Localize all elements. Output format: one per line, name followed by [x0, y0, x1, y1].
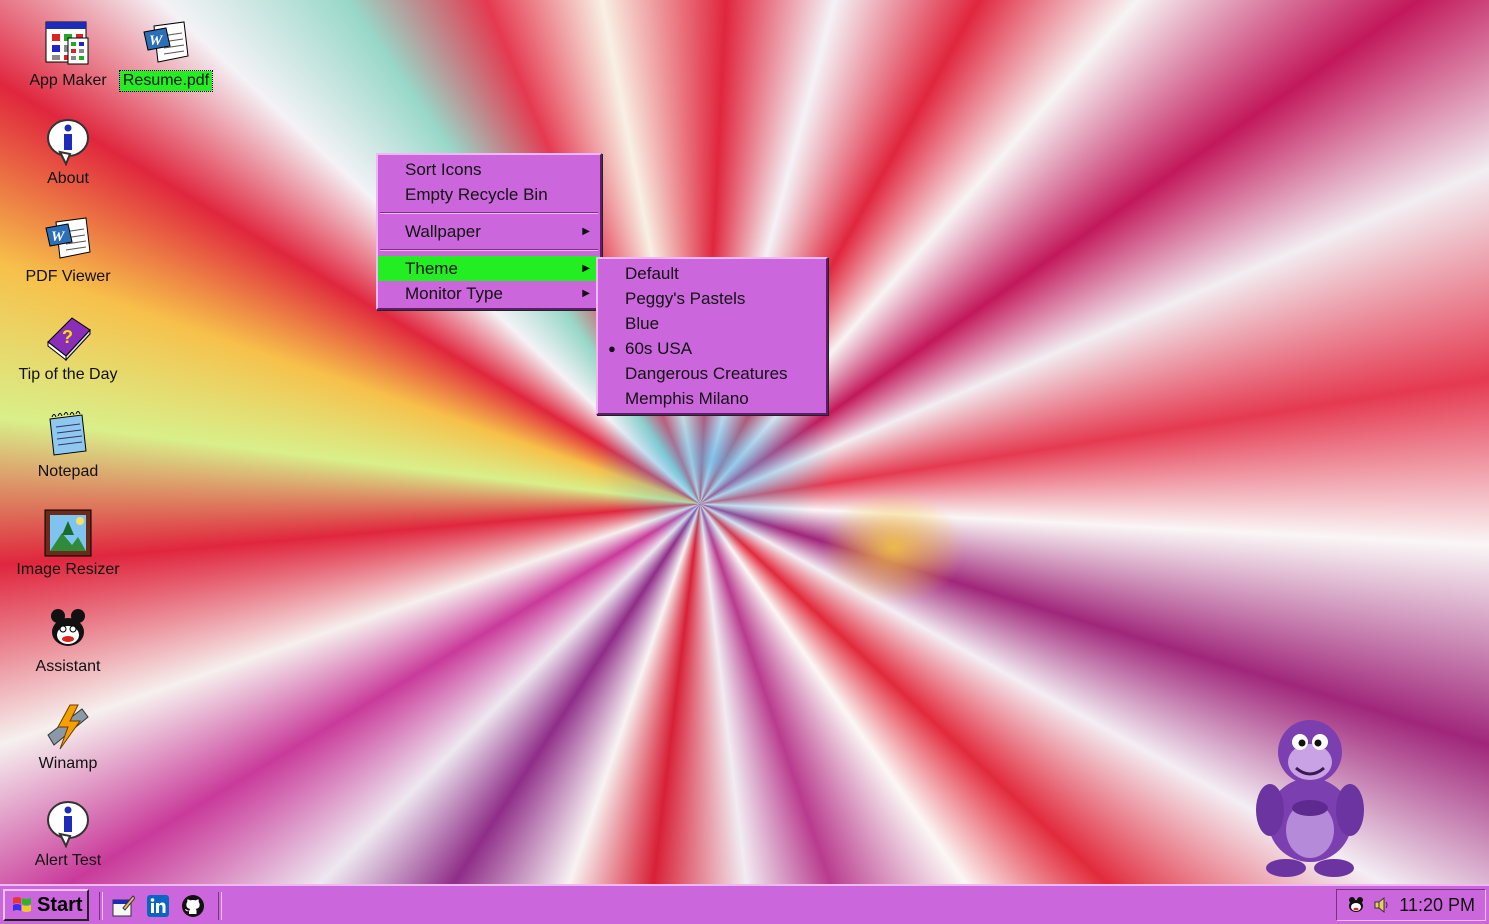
desktop-icon-tip-of-the-day[interactable]: ? Tip of the Day — [6, 312, 130, 385]
desktop-icon-label: Alert Test — [34, 852, 102, 869]
menu-item-label: Dangerous Creatures — [625, 364, 788, 383]
gorilla-assistant-character[interactable] — [1248, 710, 1372, 880]
info-icon — [42, 798, 94, 850]
help-book-icon: ? — [42, 312, 94, 364]
desktop-icon-notepad[interactable]: Notepad — [6, 409, 130, 482]
submenu-arrow-icon: ▶ — [582, 288, 590, 299]
word-document-icon: W — [140, 18, 192, 70]
desktop-icon-label: Tip of the Day — [18, 366, 118, 383]
assistant-tray-icon[interactable] — [1347, 896, 1365, 914]
menu-item-theme[interactable]: Theme ▶ — [378, 256, 600, 281]
picture-icon — [42, 507, 94, 559]
desktop-icon-resume-pdf[interactable]: W Resume.pdf — [104, 18, 228, 92]
volume-icon[interactable] — [1373, 896, 1391, 914]
menu-item-label: Monitor Type — [405, 284, 503, 303]
winamp-icon — [42, 701, 94, 753]
desktop-icon-label: About — [47, 170, 89, 187]
desktop-icon-winamp[interactable]: Winamp — [6, 701, 130, 774]
menu-item-label: Sort Icons — [405, 160, 482, 179]
theme-option-dangerous-creatures[interactable]: Dangerous Creatures — [598, 361, 826, 386]
submenu-arrow-icon: ▶ — [582, 226, 590, 237]
linkedin-icon[interactable] — [146, 894, 170, 918]
menu-item-wallpaper[interactable]: Wallpaper ▶ — [378, 219, 600, 244]
menu-item-label: 60s USA — [625, 339, 693, 358]
desktop-icon-alert-test[interactable]: Alert Test — [6, 798, 130, 871]
windows-logo-icon — [11, 895, 33, 915]
theme-option-60s-usa[interactable]: ● 60s USA — [598, 336, 826, 361]
taskbar-clock: 11:20 PM — [1399, 895, 1475, 915]
theme-option-peggys-pastels[interactable]: Peggy's Pastels — [598, 286, 826, 311]
svg-text:?: ? — [62, 327, 73, 347]
menu-item-label: Empty Recycle Bin — [405, 185, 548, 204]
desktop-icon-image-resizer[interactable]: Image Resizer — [6, 507, 130, 580]
theme-option-default[interactable]: Default — [598, 261, 826, 286]
menu-item-label: Memphis Milano — [625, 389, 749, 408]
assistant-icon — [42, 604, 94, 656]
menu-item-monitor-type[interactable]: Monitor Type ▶ — [378, 281, 600, 306]
desktop-icon-label: Assistant — [35, 658, 101, 675]
svg-text:W: W — [51, 229, 66, 245]
taskbar-separator — [99, 892, 103, 920]
start-button-label: Start — [37, 894, 83, 916]
menu-item-label: Wallpaper — [405, 222, 481, 241]
desktop-icon-pdf-viewer[interactable]: W PDF Viewer — [6, 214, 130, 287]
radio-selected-icon: ● — [608, 341, 616, 356]
desktop-wallpaper[interactable]: App Maker W Resume.pdf About W PDF Viewe… — [0, 0, 1489, 884]
info-icon — [42, 116, 94, 168]
menu-item-label: Theme — [405, 259, 458, 278]
menu-separator — [380, 212, 598, 214]
svg-text:W: W — [149, 33, 164, 49]
menu-item-empty-recycle-bin[interactable]: Empty Recycle Bin — [378, 182, 600, 207]
desktop-context-menu: Sort Icons Empty Recycle Bin Wallpaper ▶ … — [376, 153, 602, 310]
app-maker-icon — [42, 18, 94, 70]
menu-item-label: Default — [625, 264, 679, 283]
desktop-icon-label: Winamp — [38, 755, 98, 772]
start-button[interactable]: Start — [3, 889, 89, 921]
submenu-arrow-icon: ▶ — [582, 263, 590, 274]
system-tray: 11:20 PM — [1336, 889, 1486, 921]
theme-submenu: Default Peggy's Pastels Blue ● 60s USA Da… — [596, 257, 828, 415]
desktop-icon-label: PDF Viewer — [25, 268, 111, 285]
theme-option-blue[interactable]: Blue — [598, 311, 826, 336]
github-icon[interactable] — [181, 894, 205, 918]
menu-separator — [380, 249, 598, 251]
menu-item-label: Blue — [625, 314, 660, 333]
menu-item-sort-icons[interactable]: Sort Icons — [378, 157, 600, 182]
desktop-icon-about[interactable]: About — [6, 116, 130, 189]
theme-option-memphis-milano[interactable]: Memphis Milano — [598, 386, 826, 411]
menu-item-label: Peggy's Pastels — [625, 289, 746, 308]
taskbar-separator — [218, 892, 222, 920]
desktop-shortcut-icon[interactable] — [111, 894, 136, 918]
notepad-icon — [42, 409, 94, 461]
desktop-icon-label: App Maker — [29, 72, 107, 89]
word-document-icon: W — [42, 214, 94, 266]
desktop-icon-label: Resume.pdf — [118, 70, 214, 92]
taskbar: Start 11:20 PM — [0, 884, 1489, 924]
desktop-icon-label: Image Resizer — [16, 561, 120, 578]
desktop-icon-assistant[interactable]: Assistant — [6, 604, 130, 677]
desktop-icon-label: Notepad — [37, 463, 99, 480]
